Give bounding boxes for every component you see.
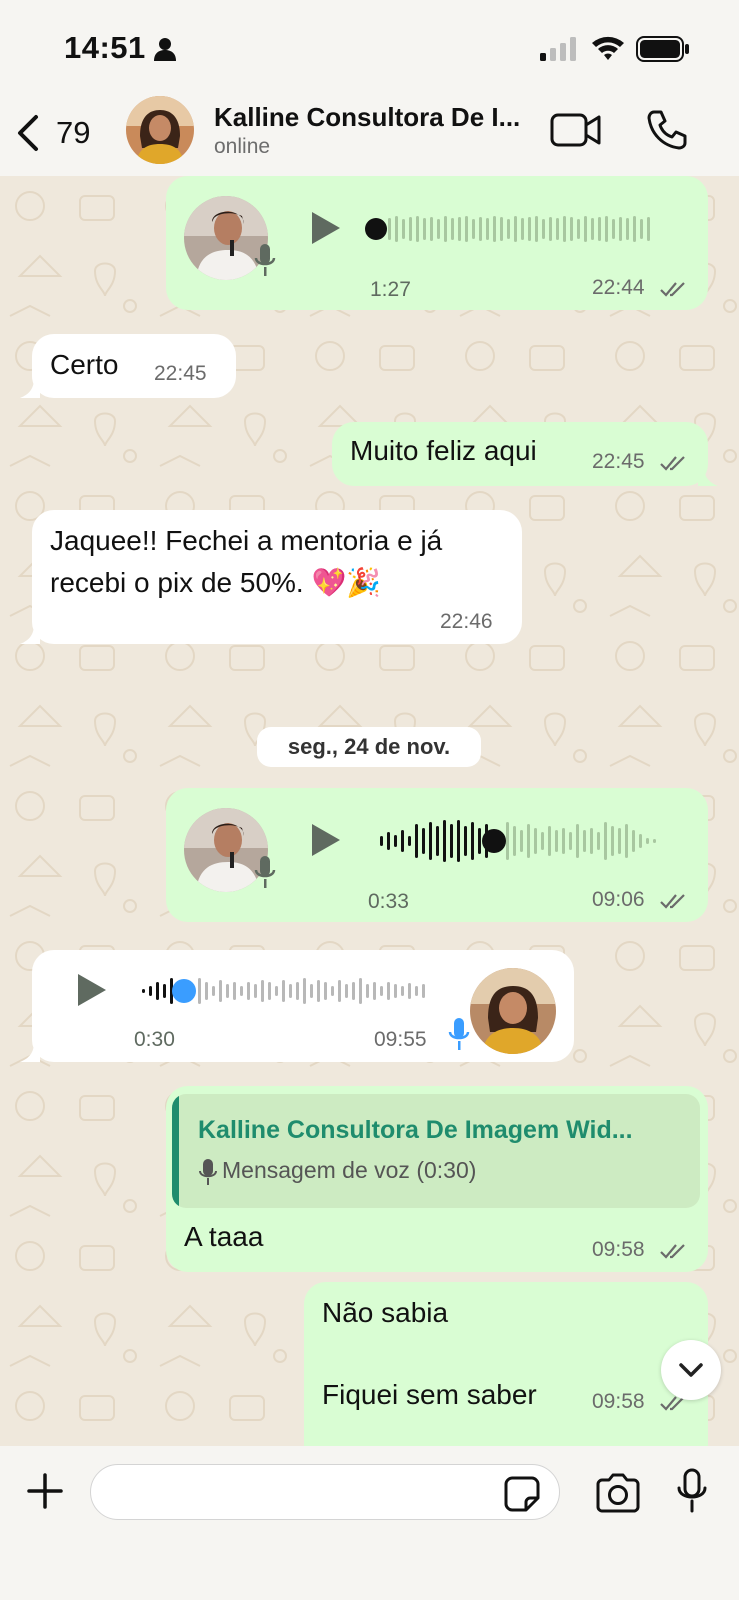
voice-duration: 0:33 [368,890,409,913]
unread-count: 79 [56,115,91,150]
message-text-line: recebi o pix de 50%. 💖🎉 [50,567,382,598]
quote-text: Mensagem de voz (0:30) [222,1157,477,1183]
message-text-line: Fiquei sem saber [322,1379,537,1410]
message-text: A taaa [184,1221,264,1252]
incoming-text-message[interactable]: Jaquee!! Fechei a mentoria e já recebi o… [32,510,522,644]
double-check-icon [660,456,685,471]
camera-icon[interactable] [594,1472,642,1514]
contact-status: online [214,135,271,158]
back-chevron-icon [18,115,38,151]
play-icon[interactable] [308,822,342,858]
message-time: 09:06 [592,888,645,911]
voice-duration: 0:30 [134,1028,175,1051]
sender-avatar [470,968,556,1054]
outgoing-text-message[interactable]: Não sabia Fiquei sem saber 09:58 [304,1282,708,1446]
composer-bar [0,1446,739,1600]
mic-icon [254,856,276,888]
message-text: Certo [50,349,119,380]
message-time: 09:58 [592,1238,645,1261]
message-input[interactable] [90,1464,560,1520]
double-check-icon [660,282,685,297]
message-text-line: Não sabia [322,1297,449,1328]
incoming-voice-message[interactable]: 0:30 09:55 [32,950,574,1062]
outgoing-voice-message[interactable]: 0:33 09:06 [166,788,708,922]
mic-icon [199,1159,217,1185]
plus-icon[interactable] [26,1472,64,1510]
play-icon[interactable] [74,972,108,1008]
sticker-icon[interactable] [504,1476,540,1512]
voice-waveform[interactable] [364,204,664,254]
mic-icon[interactable] [676,1468,708,1514]
message-time: 09:58 [592,1390,645,1413]
message-text: Muito feliz aqui [350,435,537,466]
mic-icon [448,1018,470,1050]
signal-icon [540,37,576,61]
message-time: 22:46 [440,610,493,633]
outgoing-voice-message[interactable]: 1:27 22:44 [166,176,708,310]
scroll-to-bottom-button[interactable] [661,1340,721,1400]
play-icon[interactable] [308,210,342,246]
contact-avatar[interactable] [126,96,194,164]
person-icon [154,38,176,61]
voice-waveform[interactable] [142,966,472,1016]
quote-accent-bar [172,1094,179,1208]
message-time: 22:45 [592,450,645,473]
back-button[interactable]: 79 [14,108,104,158]
message-time: 22:44 [592,276,645,299]
video-call-icon[interactable] [550,110,602,150]
date-separator: seg., 24 de nov. [257,727,481,767]
message-time: 22:45 [154,362,207,385]
chevron-down-icon [679,1363,703,1377]
mic-icon [254,244,276,276]
status-time: 14:51 [64,30,146,65]
voice-duration: 1:27 [370,278,411,301]
message-time: 09:55 [374,1028,427,1051]
chat-header: 79 Kalline Consultora De I... online [0,90,739,176]
voice-waveform[interactable] [380,816,670,866]
double-check-icon [660,894,685,909]
message-text-line: Jaquee!! Fechei a mentoria e já [50,525,443,556]
quote-author: Kalline Consultora De Imagem Wid... [198,1116,633,1144]
incoming-text-message[interactable]: Certo 22:45 [32,334,236,398]
battery-icon [636,36,689,62]
status-bar: 14:51 [0,0,739,90]
double-check-icon [660,1244,685,1259]
chat-area[interactable]: 1:27 22:44 Certo 22:45 Muito feliz aqui … [0,176,739,1446]
phone-icon[interactable] [645,108,689,152]
quoted-message[interactable]: Kalline Consultora De Imagem Wid... Mens… [172,1094,700,1208]
outgoing-text-message[interactable]: Muito feliz aqui 22:45 [332,422,708,486]
wifi-icon [592,36,624,60]
contact-name[interactable]: Kalline Consultora De I... [214,102,534,133]
